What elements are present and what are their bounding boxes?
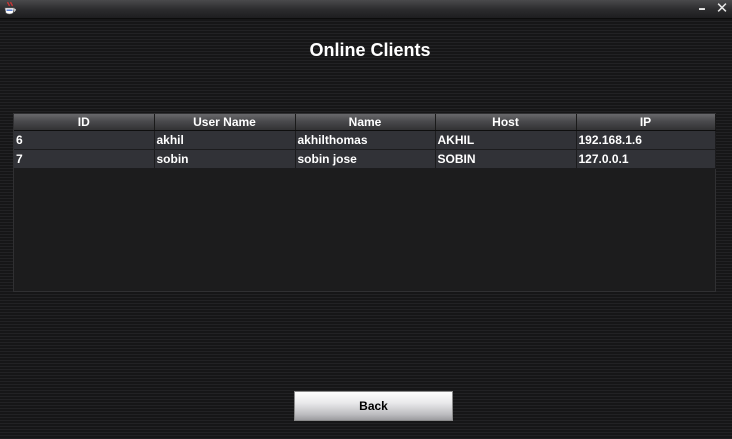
close-button[interactable]: ✕ (714, 0, 730, 17)
cell-name[interactable]: sobin jose (295, 149, 436, 169)
cell-ip[interactable]: 192.168.1.6 (576, 130, 716, 150)
column-header-ip[interactable]: IP (576, 114, 716, 131)
column-header-user-name[interactable]: User Name (154, 114, 296, 131)
table-header-row: ID User Name Name Host IP (14, 114, 716, 131)
cell-ip[interactable]: 127.0.0.1 (576, 149, 716, 169)
cell-id[interactable]: 7 (14, 149, 155, 169)
back-button[interactable]: Back (294, 391, 453, 421)
cell-host[interactable]: AKHIL (435, 130, 577, 150)
column-header-name[interactable]: Name (295, 114, 436, 131)
cell-name[interactable]: akhilthomas (295, 130, 436, 150)
table-row[interactable]: 7 sobin sobin jose SOBIN 127.0.0.1 (14, 149, 716, 169)
page-title: Online Clients (309, 40, 431, 60)
cell-user-name[interactable]: sobin (154, 149, 296, 169)
cell-id[interactable]: 6 (14, 130, 155, 150)
cell-host[interactable]: SOBIN (435, 149, 577, 169)
minimize-button[interactable]: – (694, 0, 710, 17)
java-cup-icon (4, 1, 16, 15)
column-header-host[interactable]: Host (435, 114, 577, 131)
cell-user-name[interactable]: akhil (154, 130, 296, 150)
title-bar[interactable]: – ✕ (0, 0, 732, 19)
table-row[interactable]: 6 akhil akhilthomas AKHIL 192.168.1.6 (14, 130, 716, 150)
clients-table[interactable]: ID User Name Name Host IP 6 akhil akhilt… (13, 113, 716, 292)
column-header-id[interactable]: ID (14, 114, 155, 131)
